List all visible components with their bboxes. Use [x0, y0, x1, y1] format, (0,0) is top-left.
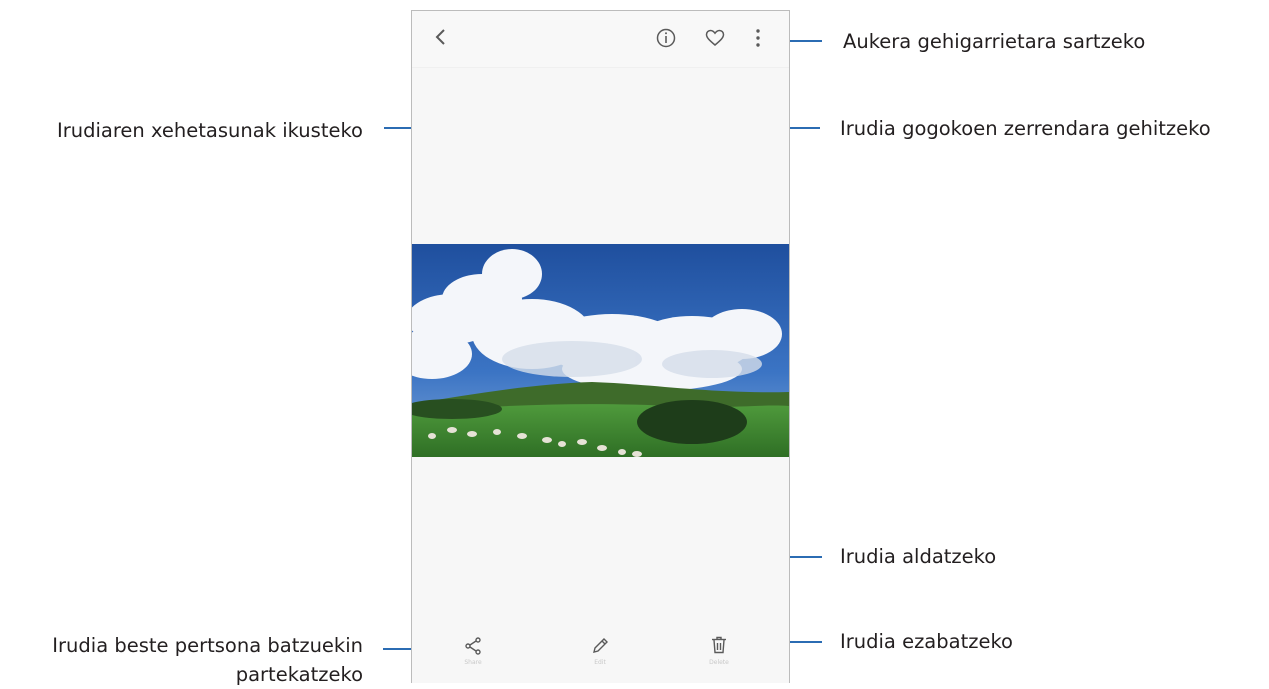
pencil-icon[interactable] [591, 637, 609, 655]
callout-details: Irudiaren xehetasunak ikusteko [56, 119, 363, 142]
trash-icon[interactable] [711, 636, 727, 654]
heart-icon[interactable] [705, 29, 725, 47]
callout-delete: Irudia ezabatzeko [840, 630, 1013, 653]
edit-label: Edit [594, 659, 606, 666]
landscape-photo[interactable] [412, 244, 789, 457]
callout-favorite: Irudia gogokoen zerrendara gehitzeko [840, 117, 1211, 140]
callout-more-options: Aukera gehigarrietara sartzeko [843, 30, 1146, 53]
callout-share-line2: partekatzeko [235, 663, 363, 686]
phone-screen: Share Edit Delete [411, 10, 790, 683]
more-vertical-icon[interactable] [754, 28, 762, 48]
share-label: Share [464, 659, 482, 666]
chevron-left-icon[interactable] [434, 28, 448, 46]
delete-label: Delete [709, 659, 729, 666]
info-icon[interactable] [656, 28, 676, 48]
callout-share-line1: Irudia beste pertsona batzuekin [52, 634, 363, 657]
top-toolbar [412, 11, 789, 68]
callout-edit: Irudia aldatzeko [840, 545, 997, 568]
share-icon[interactable] [464, 637, 482, 655]
